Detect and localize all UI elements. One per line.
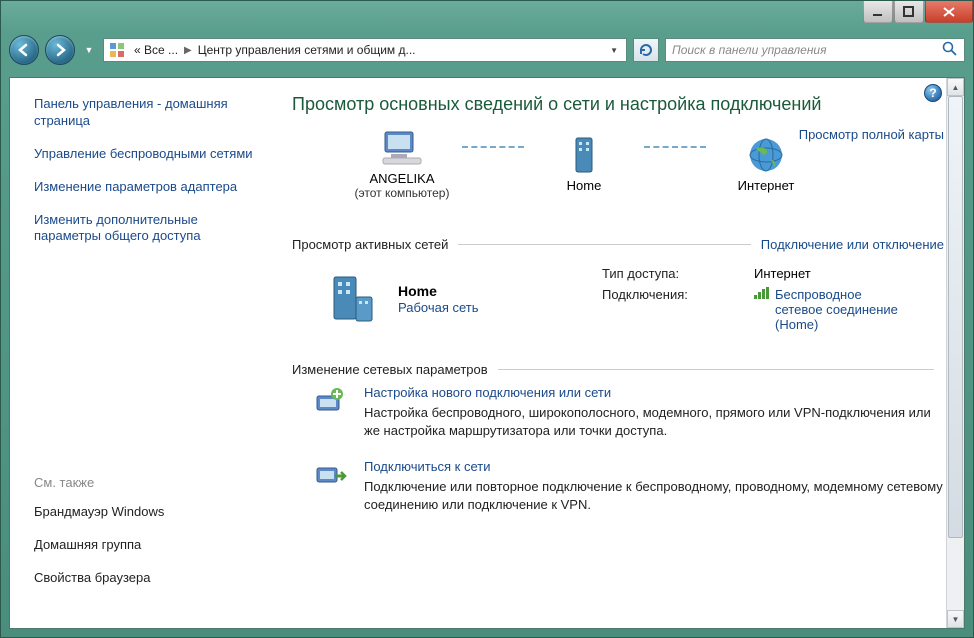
task-connect-network-desc: Подключение или повторное подключение к … [364, 478, 944, 513]
map-node-internet: Интернет [706, 134, 826, 193]
change-settings-header: Изменение сетевых параметров [292, 362, 944, 377]
close-icon [942, 6, 956, 18]
sidebar-home-link[interactable]: Панель управления - домашняя страница [34, 96, 256, 130]
map-node-computer-sublabel: (этот компьютер) [355, 186, 450, 200]
back-button[interactable] [9, 35, 39, 65]
maximize-button[interactable] [894, 1, 924, 23]
breadcrumb-root-prefix: « [134, 43, 141, 57]
new-connection-icon [312, 385, 348, 417]
connection-link[interactable]: Беспроводное сетевое соединение (Home) [754, 287, 905, 332]
map-node-network: Home [524, 134, 644, 193]
panel-icon [108, 41, 126, 59]
scroll-track[interactable] [947, 96, 964, 610]
map-node-computer-label: ANGELIKA [369, 171, 434, 186]
forward-arrow-icon [52, 43, 68, 57]
full-map-link[interactable]: Просмотр полной карты [799, 127, 944, 142]
wifi-signal-icon [754, 287, 769, 299]
scroll-down-button[interactable]: ▼ [947, 610, 964, 628]
minimize-icon [872, 6, 884, 18]
task-connect-network: Подключиться к сети Подключение или повт… [312, 459, 944, 513]
map-node-network-label: Home [567, 178, 602, 193]
network-type-link[interactable]: Рабочая сеть [398, 300, 479, 315]
map-node-internet-label: Интернет [738, 178, 795, 193]
connector-1 [462, 146, 524, 148]
task-new-connection-link[interactable]: Настройка нового подключения или сети [364, 385, 944, 400]
scroll-thumb[interactable] [948, 96, 963, 538]
vertical-scrollbar[interactable]: ▲ ▼ [946, 78, 964, 628]
map-node-computer: ANGELIKA (этот компьютер) [342, 127, 462, 200]
address-dropdown[interactable]: ▼ [606, 46, 622, 55]
active-networks-header: Просмотр активных сетей Подключение или … [292, 237, 944, 252]
change-settings-label: Изменение сетевых параметров [292, 362, 488, 377]
see-also-heading: См. также [34, 475, 256, 490]
maximize-icon [903, 6, 915, 18]
chevron-right-icon: ▶ [184, 45, 192, 56]
close-button[interactable] [925, 1, 973, 23]
forward-button[interactable] [45, 35, 75, 65]
history-dropdown[interactable]: ▼ [81, 39, 97, 61]
task-new-connection-desc: Настройка беспроводного, широкополосного… [364, 404, 944, 439]
window-frame: ▼ « Все ... ▶ Центр управления сетями и … [0, 0, 974, 638]
connector-2 [644, 146, 706, 148]
task-new-connection: Настройка нового подключения или сети На… [312, 385, 944, 439]
globe-icon [742, 134, 790, 176]
main-panel: ? Просмотр основных сведений о сети и на… [268, 78, 964, 628]
computer-icon [378, 127, 426, 169]
access-type-key: Тип доступа: [602, 266, 742, 281]
connection-link-label: Беспроводное сетевое соединение (Home) [775, 287, 905, 332]
sidebar-item-adapter[interactable]: Изменение параметров адаптера [34, 179, 256, 196]
active-networks-label: Просмотр активных сетей [292, 237, 448, 252]
connections-key: Подключения: [602, 287, 742, 332]
page-title: Просмотр основных сведений о сети и наст… [292, 94, 944, 115]
help-button[interactable]: ? [924, 84, 942, 102]
network-icon [322, 269, 384, 329]
address-bar[interactable]: « Все ... ▶ Центр управления сетями и об… [103, 38, 627, 62]
network-name: Home [398, 283, 479, 299]
refresh-button[interactable] [633, 38, 659, 62]
scroll-up-button[interactable]: ▲ [947, 78, 964, 96]
active-network-block: Home Рабочая сеть Тип доступа: Интернет … [292, 260, 944, 352]
connect-network-icon [312, 459, 348, 491]
search-input[interactable]: Поиск в панели управления [665, 38, 965, 62]
search-placeholder: Поиск в панели управления [672, 43, 827, 57]
task-connect-network-link[interactable]: Подключиться к сети [364, 459, 944, 474]
back-arrow-icon [16, 43, 32, 57]
sidebar-item-wireless[interactable]: Управление беспроводными сетями [34, 146, 256, 163]
network-tower-icon [560, 134, 608, 176]
seealso-firewall[interactable]: Брандмауэр Windows [34, 504, 256, 521]
breadcrumb-root[interactable]: « Все ... [130, 43, 182, 57]
minimize-button[interactable] [863, 1, 893, 23]
breadcrumb-root-label: Все ... [144, 43, 178, 57]
refresh-icon [638, 42, 654, 58]
seealso-browser[interactable]: Свойства браузера [34, 570, 256, 587]
task-list: Настройка нового подключения или сети На… [292, 385, 944, 513]
left-sidebar: Панель управления - домашняя страница Уп… [10, 78, 268, 628]
sidebar-item-sharing[interactable]: Изменить дополнительные параметры общего… [34, 212, 256, 246]
content-area: Панель управления - домашняя страница Уп… [9, 77, 965, 629]
title-bar [1, 1, 973, 31]
access-type-val: Интернет [754, 266, 905, 281]
search-icon[interactable] [942, 41, 958, 60]
seealso-homegroup[interactable]: Домашняя группа [34, 537, 256, 554]
network-map: Просмотр полной карты ANGELIKA (этот ком… [292, 127, 944, 227]
breadcrumb-current[interactable]: Центр управления сетями и общим д... [194, 43, 420, 57]
connect-disconnect-link[interactable]: Подключение или отключение [761, 237, 944, 252]
navigation-bar: ▼ « Все ... ▶ Центр управления сетями и … [9, 31, 965, 69]
